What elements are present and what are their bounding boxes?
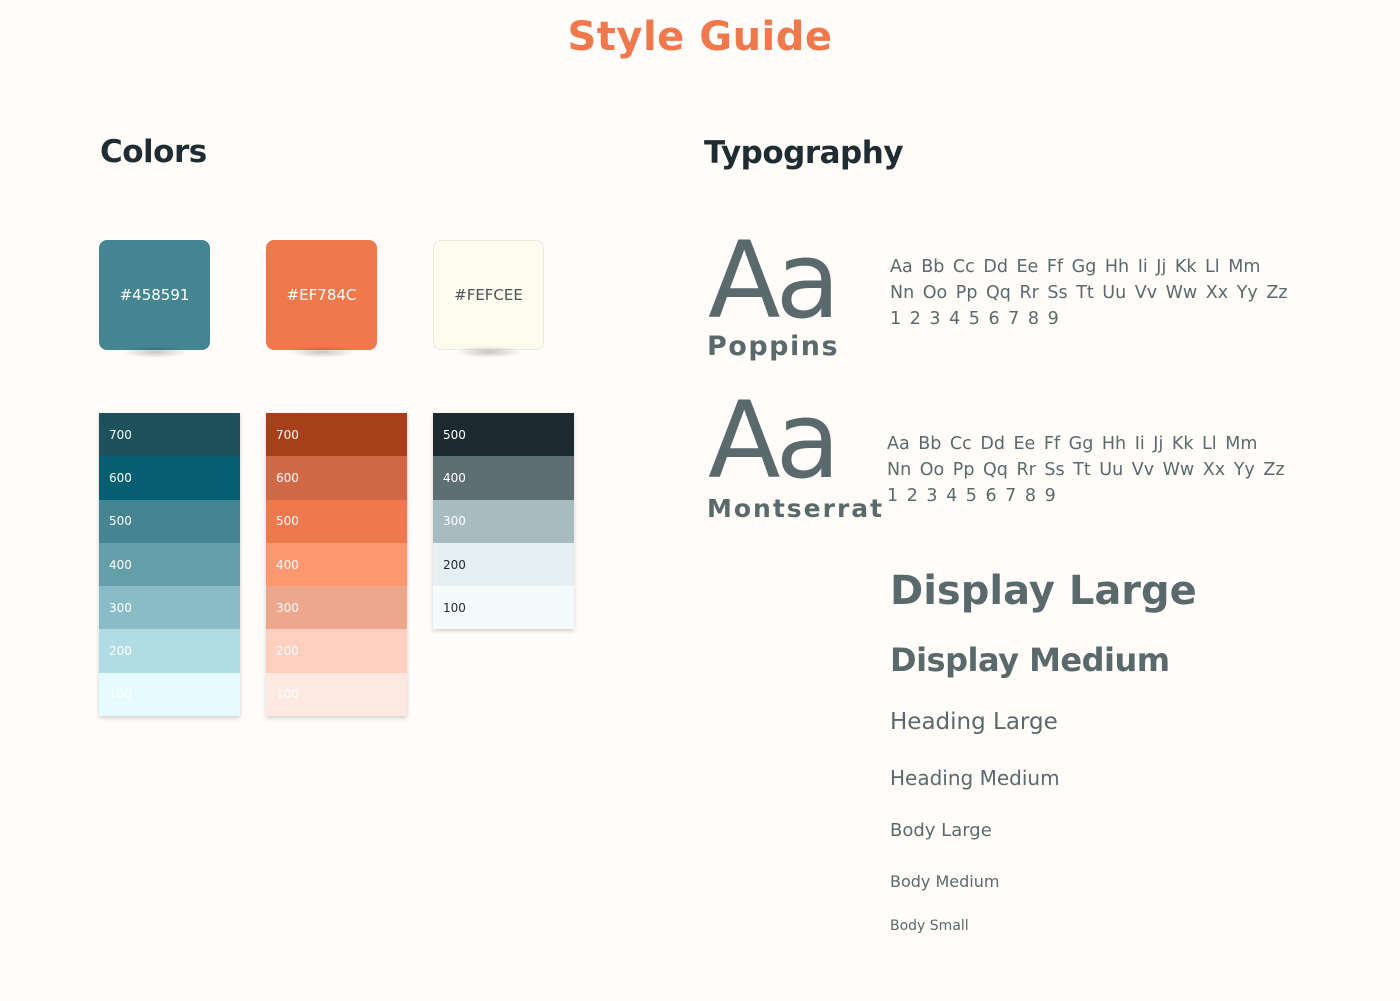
glyph-line: 1 2 3 4 5 6 7 8 9 <box>890 309 1059 329</box>
shade-label: 400 <box>109 557 132 572</box>
shade-teal-300: 300 <box>99 586 240 630</box>
display-medium-sample: Display Medium <box>890 641 1170 679</box>
poppins-font-name: Poppins <box>707 331 840 362</box>
body-medium-sample: Body Medium <box>890 872 1000 891</box>
shade-label: 300 <box>443 514 466 529</box>
shade-orange-100: 100 <box>266 672 407 717</box>
shade-label: 500 <box>109 514 132 529</box>
heading-large-sample: Heading Large <box>890 709 1058 735</box>
shade-orange-600: 600 <box>266 456 407 500</box>
poppins-sample: Aa <box>708 219 840 342</box>
shade-orange-400: 400 <box>266 542 407 587</box>
poppins-glyphs: Aa Bb Cc Dd Ee Ff Gg Hh Ii Jj Kk Ll Mm N… <box>890 254 1288 332</box>
glyph-line: Aa Bb Cc Dd Ee Ff Gg Hh Ii Jj Kk Ll Mm <box>890 257 1261 277</box>
swatch-label: #EF784C <box>286 286 357 304</box>
shade-label: 400 <box>276 557 299 572</box>
body-large-sample: Body Large <box>890 820 992 841</box>
swatch-label: #458591 <box>119 286 190 304</box>
palette-teal: 700 600 500 400 300 200 100 <box>99 413 240 717</box>
shade-label: 200 <box>109 644 132 659</box>
shade-label: 200 <box>276 644 299 659</box>
shade-label: 300 <box>109 600 132 615</box>
shade-label: 300 <box>276 600 299 615</box>
shade-teal-400: 400 <box>99 542 240 587</box>
shade-label: 100 <box>276 687 299 702</box>
shade-label: 700 <box>276 427 299 442</box>
montserrat-font-name: Montserrat <box>707 494 885 523</box>
shade-orange-200: 200 <box>266 629 407 673</box>
page-title: Style Guide <box>567 14 833 60</box>
glyph-line: Nn Oo Pp Qq Rr Ss Tt Uu Vv Ww Xx Yy Zz <box>890 283 1288 303</box>
glyph-line: Nn Oo Pp Qq Rr Ss Tt Uu Vv Ww Xx Yy Zz <box>887 460 1285 480</box>
body-small-sample: Body Small <box>890 918 969 934</box>
shade-label: 400 <box>443 470 466 485</box>
shade-neutral-500: 500 <box>433 413 574 457</box>
swatch-shadow <box>122 346 188 358</box>
shade-teal-500: 500 <box>99 499 240 543</box>
swatch-cream: #FEFCEE <box>433 240 544 350</box>
shade-label: 100 <box>443 600 466 615</box>
shade-orange-700: 700 <box>266 413 407 457</box>
shade-neutral-200: 200 <box>433 542 574 587</box>
swatch-shadow <box>456 346 522 358</box>
shade-neutral-100: 100 <box>433 586 574 630</box>
swatch-shadow <box>289 346 355 358</box>
shade-label: 500 <box>443 427 466 442</box>
palette-orange: 700 600 500 400 300 200 100 <box>266 413 407 717</box>
shade-teal-600: 600 <box>99 456 240 500</box>
swatch-teal: #458591 <box>99 240 210 350</box>
glyph-line: 1 2 3 4 5 6 7 8 9 <box>887 486 1056 506</box>
shade-orange-300: 300 <box>266 586 407 630</box>
shade-label: 700 <box>109 427 132 442</box>
shade-neutral-300: 300 <box>433 499 574 543</box>
montserrat-sample: Aa <box>708 379 840 502</box>
swatch-label: #FEFCEE <box>454 286 523 304</box>
montserrat-glyphs: Aa Bb Cc Dd Ee Ff Gg Hh Ii Jj Kk Ll Mm N… <box>887 431 1285 509</box>
palette-neutral: 500 400 300 200 100 <box>433 413 574 630</box>
shade-label: 600 <box>276 470 299 485</box>
glyph-line: Aa Bb Cc Dd Ee Ff Gg Hh Ii Jj Kk Ll Mm <box>887 434 1258 454</box>
colors-heading: Colors <box>100 134 207 170</box>
shade-label: 100 <box>109 687 132 702</box>
shade-neutral-400: 400 <box>433 456 574 500</box>
shade-label: 200 <box>443 557 466 572</box>
swatch-orange: #EF784C <box>266 240 377 350</box>
shade-orange-500: 500 <box>266 499 407 543</box>
shade-label: 600 <box>109 470 132 485</box>
heading-medium-sample: Heading Medium <box>890 766 1060 790</box>
typography-heading: Typography <box>704 135 904 171</box>
shade-teal-100: 100 <box>99 672 240 717</box>
shade-label: 500 <box>276 514 299 529</box>
shade-teal-200: 200 <box>99 629 240 673</box>
shade-teal-700: 700 <box>99 413 240 457</box>
display-large-sample: Display Large <box>890 568 1197 614</box>
